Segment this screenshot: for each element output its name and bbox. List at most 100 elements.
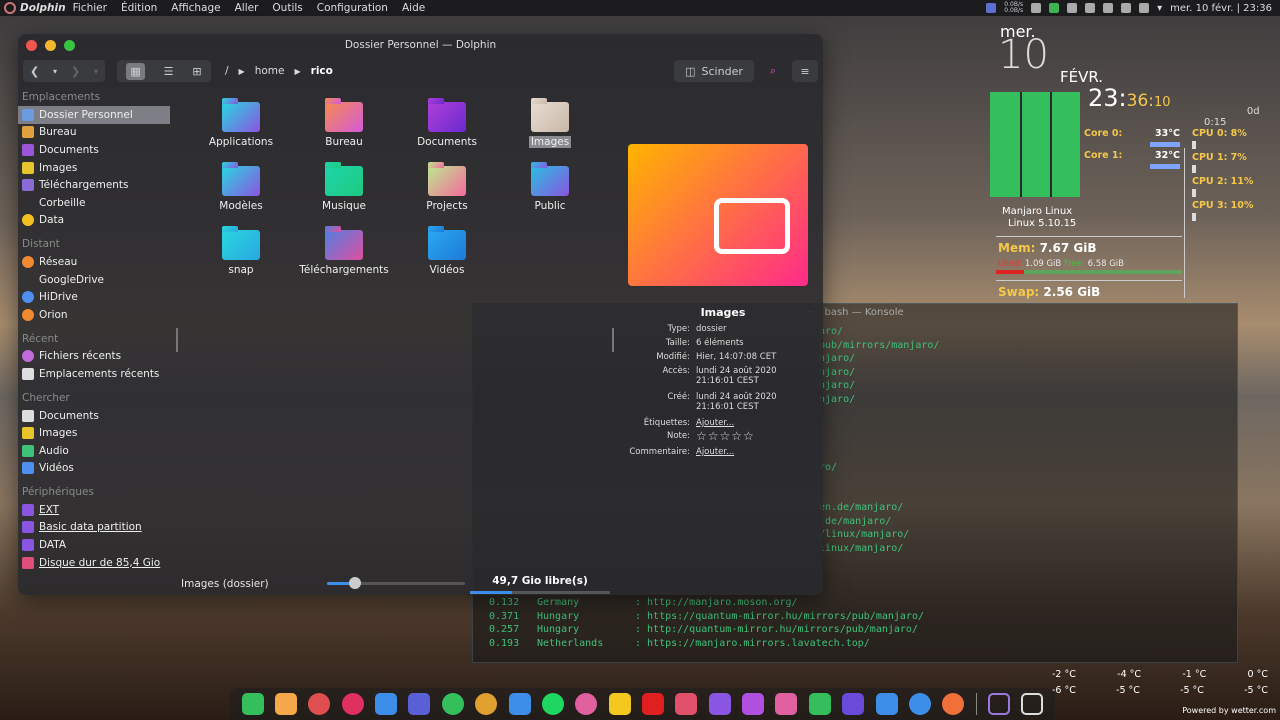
back-history-icon[interactable]: ▾ — [53, 67, 57, 76]
file-item-selected[interactable]: Images — [502, 98, 598, 148]
files-icon[interactable] — [275, 693, 298, 715]
menu-configuration[interactable]: Configuration — [310, 2, 395, 14]
compact-view-icon[interactable]: ⊞ — [192, 65, 201, 78]
sidebar-item-network[interactable]: Réseau — [18, 253, 174, 271]
file-item[interactable]: Projects — [399, 162, 495, 212]
sidebar-item-downloads[interactable]: Téléchargements — [18, 176, 174, 194]
minimize-button[interactable] — [45, 40, 56, 51]
monitor-icon[interactable] — [508, 693, 531, 715]
zoom-slider[interactable] — [327, 577, 465, 589]
sidebar-item-hidrive[interactable]: HiDrive — [18, 288, 174, 306]
spotify-icon[interactable] — [541, 693, 564, 715]
downloads-stack-icon[interactable] — [987, 693, 1010, 715]
maximize-button[interactable] — [64, 40, 75, 51]
app-launcher-icon[interactable] — [4, 2, 16, 14]
sidebar-item-images[interactable]: Images — [18, 159, 174, 177]
close-button[interactable] — [26, 40, 37, 51]
update-icon[interactable] — [1049, 3, 1060, 13]
sidebar-item-search-audio[interactable]: Audio — [18, 442, 174, 460]
safari-icon[interactable] — [942, 693, 965, 715]
sidebar-item-googledrive[interactable]: GoogleDrive — [18, 271, 174, 289]
sidebar-item-orion[interactable]: Orion — [18, 306, 174, 324]
panel-splitter[interactable] — [176, 328, 178, 352]
sidebar-item-documents[interactable]: Documents — [18, 141, 174, 159]
sidebar-item-trash[interactable]: Corbeille — [18, 194, 174, 212]
file-item[interactable]: Téléchargements — [296, 226, 392, 276]
clipboard-icon[interactable] — [1067, 3, 1078, 13]
network-monitor-icon[interactable] — [986, 3, 997, 13]
sidebar-item-data-drive[interactable]: DATA — [18, 536, 174, 554]
file-item[interactable]: Public — [502, 162, 598, 212]
window-titlebar[interactable]: Dossier Personnel — Dolphin — [18, 34, 823, 56]
mail-icon[interactable] — [375, 693, 398, 715]
menu-outils[interactable]: Outils — [265, 2, 309, 14]
weather-credit[interactable]: Powered by wetter.com — [1040, 706, 1280, 715]
kdenlive-icon[interactable] — [842, 693, 865, 715]
settings-icon[interactable] — [475, 693, 498, 715]
trash-icon[interactable] — [1021, 693, 1044, 715]
hamburger-menu-icon[interactable]: ≡ — [792, 60, 818, 82]
forward-icon[interactable]: ❯ — [71, 65, 80, 78]
sidebar-item-recent-files[interactable]: Fichiers récents — [18, 348, 174, 366]
add-tags-link[interactable]: Ajouter... — [696, 418, 734, 428]
crumb-home[interactable]: home — [255, 65, 285, 77]
crumb-root[interactable]: / — [225, 65, 229, 77]
notes-icon[interactable] — [608, 693, 631, 715]
file-item[interactable]: Musique — [296, 162, 392, 212]
volume-icon[interactable] — [1139, 3, 1150, 13]
apps-grid-icon[interactable] — [708, 693, 731, 715]
menu-aller[interactable]: Aller — [228, 2, 266, 14]
sidebar-item-basic-data[interactable]: Basic data partition — [18, 519, 174, 537]
calculator-icon[interactable] — [808, 693, 831, 715]
crumb-user[interactable]: rico — [311, 65, 333, 77]
sidebar-item-recent-places[interactable]: Emplacements récents — [18, 365, 174, 383]
file-item[interactable]: Documents — [399, 98, 495, 148]
sidebar-item-search-videos[interactable]: Vidéos — [18, 460, 174, 478]
menu-edition[interactable]: Édition — [114, 2, 164, 14]
rating-stars[interactable]: ☆☆☆☆☆ — [696, 430, 755, 442]
sidebar-item-ext[interactable]: EXT — [18, 501, 174, 519]
battery-icon[interactable] — [1085, 3, 1096, 13]
menu-aide[interactable]: Aide — [395, 2, 432, 14]
tray-expand-icon[interactable]: ▾ — [1157, 3, 1162, 14]
file-item[interactable]: Vidéos — [399, 226, 495, 276]
menu-affichage[interactable]: Affichage — [164, 2, 227, 14]
sidebar-item-data[interactable]: Data — [18, 212, 174, 230]
clock[interactable]: mer. 10 févr. | 23:36 — [1170, 3, 1272, 14]
manjaro-icon[interactable] — [241, 693, 264, 715]
tray-app-icon[interactable] — [1031, 3, 1042, 13]
menu-fichier[interactable]: Fichier — [66, 2, 114, 14]
sidebar-item-search-documents[interactable]: Documents — [18, 407, 174, 425]
chrome-icon[interactable] — [308, 693, 331, 715]
maps-icon[interactable] — [575, 693, 598, 715]
file-item[interactable]: Applications — [193, 98, 289, 148]
vivaldi-icon[interactable] — [341, 693, 364, 715]
color-picker-icon[interactable] — [775, 693, 798, 715]
sidebar-item-search-images[interactable]: Images — [18, 424, 174, 442]
download-manager-icon[interactable] — [441, 693, 464, 715]
panel-splitter[interactable] — [612, 328, 614, 352]
file-item[interactable]: Modèles — [193, 162, 289, 212]
netflix-icon[interactable] — [641, 693, 664, 715]
free-space[interactable]: 49,7 Gio libre(s) — [470, 574, 610, 594]
sidebar-item-home[interactable]: Dossier Personnel — [18, 106, 170, 124]
bluetooth-icon[interactable] — [1103, 3, 1114, 13]
editor-icon[interactable] — [742, 693, 765, 715]
forward-history-icon[interactable]: ▾ — [94, 67, 98, 76]
details-view-icon[interactable]: ☰ — [164, 65, 174, 78]
split-button[interactable]: ◫ Scinder — [674, 60, 754, 82]
code-editor-icon[interactable] — [908, 693, 931, 715]
wifi-icon[interactable] — [1121, 3, 1132, 13]
file-item[interactable]: Bureau — [296, 98, 392, 148]
fonts-icon[interactable] — [675, 693, 698, 715]
add-comment-link[interactable]: Ajouter... — [696, 447, 734, 457]
sidebar-item-bureau[interactable]: Bureau — [18, 124, 174, 142]
icons-view-icon[interactable]: ▦ — [126, 62, 145, 80]
sidebar-item-disk[interactable]: Disque dur de 85,4 Gio — [18, 554, 174, 572]
back-icon[interactable]: ❮ — [30, 65, 39, 78]
window-icon[interactable] — [875, 693, 898, 715]
terminal-icon[interactable] — [408, 693, 431, 715]
zoom-slider-handle[interactable] — [348, 577, 361, 589]
file-item[interactable]: snap — [193, 226, 289, 276]
search-icon[interactable]: ⌕ — [760, 60, 786, 82]
